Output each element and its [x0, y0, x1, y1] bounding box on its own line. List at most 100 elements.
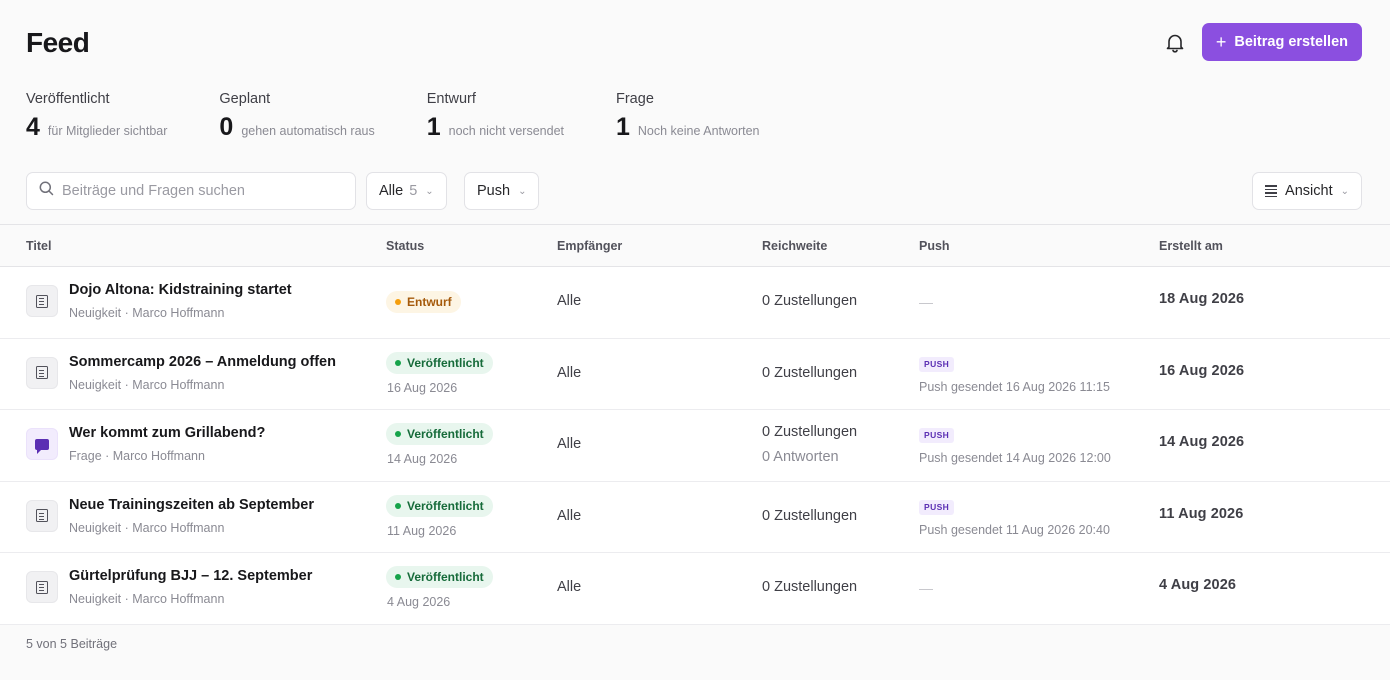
table-row[interactable]: Gürtelprüfung BJJ – 12. September Neuigk…	[0, 553, 1390, 625]
column-header-title[interactable]: Titel	[26, 239, 51, 253]
page-header: Feed + Beitrag erstellen	[26, 23, 1362, 62]
post-title[interactable]: Sommercamp 2026 – Anmeldung offen	[69, 354, 336, 370]
stat-hint: gehen automatisch raus	[241, 124, 375, 138]
view-label: Ansicht	[1285, 183, 1333, 199]
push-empty: —	[919, 294, 933, 310]
created-date: 11 Aug 2026	[1159, 505, 1244, 522]
status-date: 4 Aug 2026	[387, 595, 451, 609]
created-date: 4 Aug 2026	[1159, 577, 1237, 593]
push-empty: —	[919, 580, 933, 596]
stat-value: 1	[616, 113, 630, 141]
search-box	[26, 172, 356, 210]
reach: 0 Zustellungen	[762, 364, 858, 381]
list-icon	[1265, 185, 1278, 197]
chevron-down-icon: ⌄	[425, 185, 434, 197]
stat-hint: Noch keine Antworten	[637, 124, 760, 138]
recipients: Alle	[557, 436, 582, 452]
type-filter-label: Alle	[379, 183, 404, 199]
post-title[interactable]: Wer kommt zum Grillabend?	[69, 425, 265, 441]
chevron-down-icon: ⌄	[518, 185, 527, 197]
push-sent-text: Push gesendet 16 Aug 2026 11:15	[919, 379, 1110, 394]
document-icon	[26, 499, 58, 532]
plus-icon: +	[1215, 32, 1227, 52]
push-tag: PUSH	[919, 499, 955, 515]
recipients: Alle	[557, 364, 582, 381]
search-input[interactable]	[62, 183, 342, 199]
status-badge: Entwurf	[386, 291, 461, 313]
stat-scheduled: Geplant 0 gehen automatisch raus	[219, 90, 374, 142]
push-filter-dropdown[interactable]: Push ⌄	[464, 172, 540, 210]
stat-value: 1	[426, 113, 441, 141]
table-row[interactable]: Neue Trainingszeiten ab September Neuigk…	[0, 481, 1390, 553]
table-row[interactable]: Sommercamp 2026 – Anmeldung offen Neuigk…	[0, 338, 1390, 410]
push-tag: PUSH	[919, 428, 955, 443]
stat-label: Geplant	[219, 91, 271, 107]
create-post-label: Beitrag erstellen	[1234, 34, 1348, 50]
view-options-button[interactable]: Ansicht ⌄	[1252, 172, 1362, 210]
answers-count: 0 Antworten	[762, 449, 839, 465]
created-date: 16 Aug 2026	[1159, 362, 1245, 379]
post-meta: Frage · Marco Hoffmann	[69, 449, 205, 463]
status-date: 11 Aug 2026	[387, 523, 457, 538]
reach: 0 Zustellungen	[762, 507, 858, 524]
post-meta: Neuigkeit · Marco Hoffmann	[69, 377, 225, 392]
status-badge: Veröffentlicht	[386, 566, 493, 588]
created-date: 14 Aug 2026	[1159, 434, 1245, 450]
stat-value: 4	[26, 113, 40, 141]
created-date: 18 Aug 2026	[1159, 291, 1245, 307]
column-header-created[interactable]: Erstellt am	[1159, 239, 1223, 253]
stat-published: Veröffentlicht 4 für Mitglieder sichtbar	[26, 90, 167, 142]
reach: 0 Zustellungen	[762, 293, 858, 309]
column-header-recipients[interactable]: Empfänger	[557, 239, 622, 253]
post-meta: Neuigkeit · Marco Hoffmann	[69, 306, 225, 320]
stat-label: Entwurf	[426, 91, 476, 107]
post-title[interactable]: Dojo Altona: Kidstraining startet	[69, 282, 292, 298]
stat-label: Veröffentlicht	[26, 91, 110, 107]
chat-bubble-icon	[26, 428, 58, 460]
table-row[interactable]: Wer kommt zum Grillabend? Frage · Marco …	[0, 410, 1390, 482]
recipients: Alle	[557, 507, 582, 524]
document-icon	[26, 356, 58, 389]
toolbar: Alle 5 ⌄ Push ⌄ Ansicht ⌄	[26, 172, 1362, 210]
create-post-button[interactable]: + Beitrag erstellen	[1201, 23, 1362, 61]
post-title[interactable]: Neue Trainingszeiten ab September	[69, 497, 314, 513]
status-date: 14 Aug 2026	[387, 452, 458, 466]
stat-hint: noch nicht versendet	[448, 124, 564, 138]
reach: 0 Zustellungen	[762, 424, 858, 440]
push-sent-text: Push gesendet 14 Aug 2026 12:00	[919, 451, 1111, 465]
status-badge: Veröffentlicht	[386, 351, 493, 374]
stat-hint: für Mitglieder sichtbar	[47, 124, 168, 138]
post-meta: Neuigkeit · Marco Hoffmann	[69, 520, 225, 535]
column-header-status[interactable]: Status	[386, 239, 424, 253]
recipients: Alle	[557, 579, 582, 595]
status-badge: Veröffentlicht	[386, 494, 493, 517]
recipients: Alle	[557, 293, 582, 309]
status-badge: Veröffentlicht	[386, 423, 493, 445]
type-filter-dropdown[interactable]: Alle 5 ⌄	[366, 172, 447, 210]
column-header-push[interactable]: Push	[919, 239, 950, 253]
post-title[interactable]: Gürtelprüfung BJJ – 12. September	[69, 568, 312, 584]
document-icon	[26, 571, 58, 603]
column-header-reach[interactable]: Reichweite	[762, 239, 827, 253]
chevron-down-icon: ⌄	[1340, 185, 1349, 197]
stat-question: Frage 1 Noch keine Antworten	[616, 90, 760, 142]
type-filter-count: 5	[409, 183, 418, 199]
pagination-summary: 5 von 5 Beiträge	[26, 637, 118, 651]
table-row[interactable]: Dojo Altona: Kidstraining startet Neuigk…	[0, 267, 1390, 339]
stat-label: Frage	[616, 91, 654, 107]
stat-draft: Entwurf 1 noch nicht versendet	[427, 90, 564, 142]
push-filter-label: Push	[477, 183, 511, 199]
stats-bar: Veröffentlicht 4 für Mitglieder sichtbar…	[26, 90, 812, 142]
stat-value: 0	[219, 113, 234, 141]
push-tag: PUSH	[919, 356, 955, 372]
status-date: 16 Aug 2026	[387, 380, 458, 395]
page-title: Feed	[26, 27, 90, 58]
document-icon	[26, 285, 58, 317]
table-header: Titel Status Empfänger Reichweite Push E…	[0, 224, 1390, 267]
push-sent-text: Push gesendet 11 Aug 2026 20:40	[919, 522, 1110, 537]
reach: 0 Zustellungen	[762, 579, 858, 595]
post-meta: Neuigkeit · Marco Hoffmann	[69, 592, 225, 606]
bell-icon[interactable]	[1164, 32, 1186, 54]
posts-table: Titel Status Empfänger Reichweite Push E…	[0, 224, 1390, 625]
search-icon	[39, 181, 54, 201]
